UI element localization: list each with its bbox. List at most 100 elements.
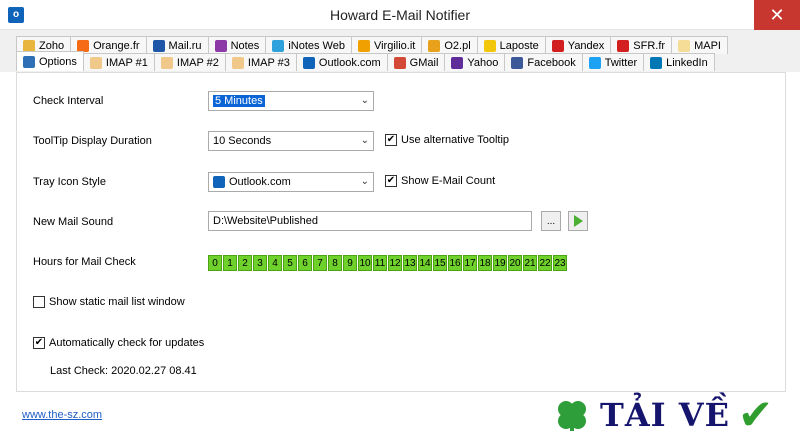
tab-strip: Zoho Orange.fr Mail.ru Notes iNotes Web Virgi… — [0, 30, 800, 72]
check-icon: ✔ — [385, 175, 397, 187]
chevron-down-icon: ⌄ — [360, 176, 369, 187]
tab-label: IMAP #1 — [105, 56, 148, 69]
window-title: Howard E-Mail Notifier — [329, 7, 471, 23]
tab-laposte[interactable]: Laposte — [476, 36, 546, 54]
tab-yandex[interactable]: Yandex — [544, 36, 612, 54]
tab-options[interactable]: Options — [16, 51, 84, 71]
o2-icon — [428, 39, 441, 52]
tab-label: GMail — [409, 56, 439, 69]
tab-label: Options — [39, 55, 77, 68]
hour-cell[interactable]: 11 — [373, 255, 387, 271]
tab-imap-3[interactable]: IMAP #3 — [224, 53, 297, 71]
hour-cell[interactable]: 3 — [253, 255, 267, 271]
hour-cell[interactable]: 20 — [508, 255, 522, 271]
twitter-icon — [588, 56, 601, 69]
linkedin-icon — [650, 56, 663, 69]
tab-label: Laposte — [499, 39, 539, 52]
hour-cell[interactable]: 13 — [403, 255, 417, 271]
tab-label: Orange.fr — [93, 39, 140, 52]
titlebar: o Howard E-Mail Notifier ✕ — [0, 0, 800, 30]
check-interval-label: Check Interval — [33, 95, 104, 107]
alt-tooltip-checkbox[interactable]: ✔ Use alternative Tooltip — [385, 134, 509, 146]
hour-cell[interactable]: 10 — [358, 255, 372, 271]
tab-imap-2[interactable]: IMAP #2 — [153, 53, 226, 71]
tab-label: IMAP #3 — [247, 56, 290, 69]
tab-inotes-web[interactable]: iNotes Web — [265, 36, 352, 54]
hour-cell[interactable]: 14 — [418, 255, 432, 271]
tooltip-duration-label: ToolTip Display Duration — [33, 135, 152, 147]
tab-linkedin[interactable]: LinkedIn — [643, 53, 715, 71]
website-link[interactable]: www.the-sz.com — [22, 409, 102, 421]
hour-cell[interactable]: 15 — [433, 255, 447, 271]
unchecked-box-icon — [33, 296, 45, 308]
tab-outlook-com[interactable]: Outlook.com — [295, 53, 388, 71]
tab-row-2: Options IMAP #1 IMAP #2 IMAP #3 Outlook.com G… — [16, 51, 715, 71]
chevron-down-icon: ⌄ — [360, 135, 369, 146]
tray-icon-label: Tray Icon Style — [33, 176, 106, 188]
sfr-icon — [617, 39, 630, 52]
close-button[interactable]: ✕ — [754, 0, 800, 30]
hour-cell[interactable]: 6 — [298, 255, 312, 271]
tab-notes[interactable]: Notes — [207, 36, 267, 54]
tab-yahoo[interactable]: Yahoo — [444, 53, 506, 71]
auto-update-label: Automatically check for updates — [49, 337, 205, 349]
tab-mapi[interactable]: MAPI — [671, 36, 728, 54]
hour-cell[interactable]: 2 — [238, 255, 252, 271]
play-button[interactable] — [568, 211, 588, 231]
hour-cell[interactable]: 12 — [388, 255, 402, 271]
check-interval-select[interactable]: 5 Minutes ⌄ — [208, 91, 374, 111]
hours-grid: 0 1 2 3 4 5 6 7 8 9 10 11 12 13 14 15 16 17 18 19 20 21 22 23 — [208, 255, 567, 271]
show-count-checkbox[interactable]: ✔ Show E-Mail Count — [385, 175, 495, 187]
tab-imap-1[interactable]: IMAP #1 — [82, 53, 155, 71]
static-list-checkbox[interactable]: Show static mail list window — [33, 296, 185, 308]
auto-update-checkbox[interactable]: ✔ Automatically check for updates — [33, 337, 204, 349]
hour-cell[interactable]: 9 — [343, 255, 357, 271]
clover-icon — [558, 400, 586, 431]
tab-sfr-fr[interactable]: SFR.fr — [610, 36, 673, 54]
envelope-icon — [231, 56, 244, 69]
chevron-down-icon: ⌄ — [360, 95, 369, 106]
gmail-icon — [393, 56, 406, 69]
tab-label: SFR.fr — [633, 39, 666, 52]
hour-cell[interactable]: 5 — [283, 255, 297, 271]
hour-cell[interactable]: 22 — [538, 255, 552, 271]
tray-icon-value: Outlook.com — [229, 176, 291, 188]
hour-cell[interactable]: 0 — [208, 255, 222, 271]
tab-label: Notes — [230, 39, 260, 52]
virgilio-icon — [357, 39, 370, 52]
tray-icon-select[interactable]: Outlook.com ⌄ — [208, 172, 374, 192]
tab-label: LinkedIn — [666, 56, 708, 69]
tab-label: Yahoo — [467, 56, 499, 69]
tab-mail-ru[interactable]: Mail.ru — [145, 36, 209, 54]
hour-cell[interactable]: 19 — [493, 255, 507, 271]
browse-button[interactable]: ... — [541, 211, 561, 231]
watermark-text: TẢI VỀ — [600, 395, 730, 434]
hour-cell[interactable]: 23 — [553, 255, 567, 271]
green-check-icon: ✔ — [737, 390, 774, 438]
hour-cell[interactable]: 21 — [523, 255, 537, 271]
hour-cell[interactable]: 1 — [223, 255, 237, 271]
hour-cell[interactable]: 16 — [448, 255, 462, 271]
tab-label: Twitter — [604, 56, 638, 69]
notes-icon — [214, 39, 227, 52]
play-icon — [573, 215, 583, 227]
tab-label: iNotes Web — [288, 39, 345, 52]
tab-twitter[interactable]: Twitter — [581, 53, 645, 71]
tab-label: Virgilio.it — [373, 39, 416, 52]
tab-o2-pl[interactable]: O2.pl — [421, 36, 478, 54]
orange-icon — [77, 39, 90, 52]
tooltip-duration-select[interactable]: 10 Seconds ⌄ — [208, 131, 374, 151]
tab-gmail[interactable]: GMail — [386, 53, 446, 71]
tab-label: Zoho — [39, 39, 65, 52]
tab-virgilio-it[interactable]: Virgilio.it — [350, 36, 423, 54]
tab-label: Outlook.com — [318, 56, 381, 69]
check-icon: ✔ — [33, 337, 45, 349]
tab-facebook[interactable]: Facebook — [504, 53, 583, 71]
hour-cell[interactable]: 4 — [268, 255, 282, 271]
hour-cell[interactable]: 8 — [328, 255, 342, 271]
app-window: o Howard E-Mail Notifier ✕ Zoho Orange.fr… — [0, 0, 800, 445]
hour-cell[interactable]: 17 — [463, 255, 477, 271]
hour-cell[interactable]: 7 — [313, 255, 327, 271]
sound-path-input[interactable]: D:\Website\Published — [208, 211, 532, 231]
hour-cell[interactable]: 18 — [478, 255, 492, 271]
